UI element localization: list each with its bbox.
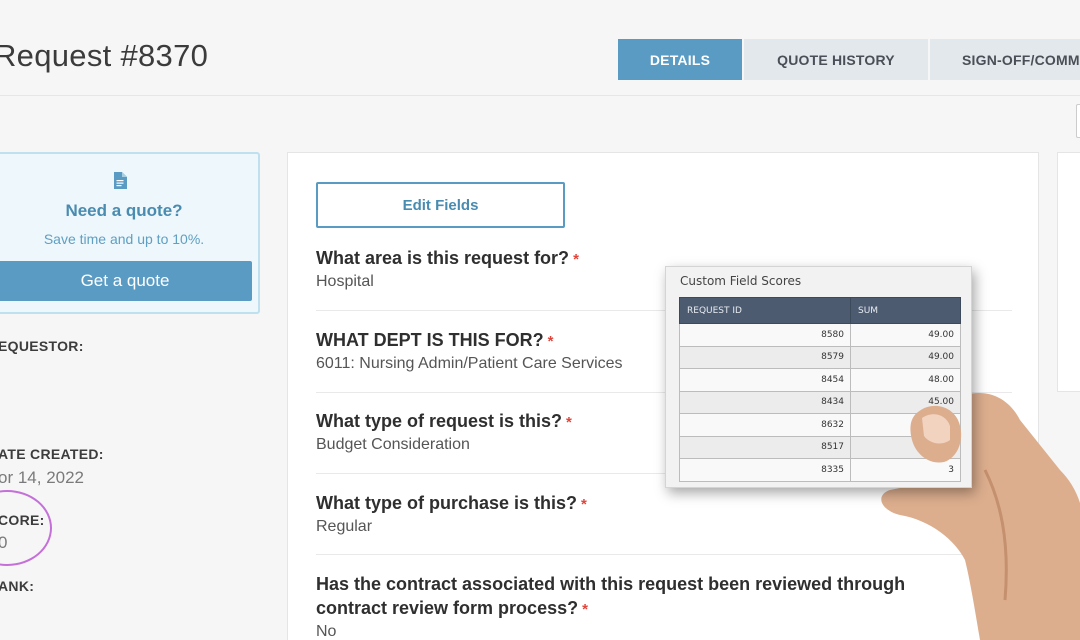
edit-fields-button[interactable]: Edit Fields	[316, 182, 565, 228]
field-question: WHAT DEPT IS THIS FOR?	[316, 330, 544, 350]
sum-cell: 49.00	[850, 345, 961, 369]
get-quote-button[interactable]: Get a quote	[0, 261, 252, 301]
required-mark: *	[547, 333, 554, 350]
field-question: What type of purchase is this?	[316, 493, 578, 513]
required-mark: *	[566, 414, 572, 431]
sum-cell: 49.00	[850, 323, 961, 347]
request-id-cell: 8580	[679, 323, 851, 347]
table-row: 8335 3	[679, 458, 961, 482]
column-header: SUM	[850, 297, 961, 324]
highlight-circle	[0, 490, 52, 566]
field-question-cont: contract review form process?	[316, 598, 579, 618]
toolbar-control[interactable]	[1076, 104, 1080, 138]
field-question: Has the contract associated with this re…	[316, 574, 906, 594]
table-row: 8454 48.00	[679, 368, 961, 392]
table-row: 8517	[679, 435, 961, 459]
request-id-cell: 8434	[679, 390, 851, 414]
sum-cell: 48.00	[850, 368, 961, 392]
required-mark: *	[573, 251, 579, 268]
request-id-cell: 8632	[679, 413, 851, 437]
column-header: REQUEST ID	[679, 297, 851, 324]
field-contract-review: Has the contract associated with this re…	[316, 572, 1016, 640]
field-answer: Regular	[316, 518, 373, 535]
quote-promo-box: Need a quote? Save time and up to 10%. G…	[0, 152, 260, 314]
request-id-cell: 8335	[679, 458, 851, 482]
tab-bar: DETAILS QUOTE HISTORY SIGN-OFF/COMM	[618, 39, 1080, 80]
custom-field-scores-card: Custom Field Scores REQUEST ID SUM 8580 4…	[665, 266, 972, 488]
request-id-cell: 8454	[679, 368, 851, 392]
tab-sign-off[interactable]: SIGN-OFF/COMM	[930, 39, 1080, 80]
right-panel	[1057, 152, 1080, 392]
field-purchase-type: What type of purchase is this? * Regular	[316, 491, 1016, 536]
table-row: 8632	[679, 413, 961, 437]
page-header: Request #8370 DETAILS QUOTE HISTORY SIGN…	[0, 0, 1080, 96]
request-id-cell: 8579	[679, 345, 851, 369]
table-row: 8580 49.00	[679, 323, 961, 347]
field-answer: No	[316, 623, 337, 640]
table-row: 8434 45.00	[679, 390, 961, 414]
sum-cell: 3	[850, 458, 961, 482]
field-question: What area is this request for?	[316, 248, 570, 268]
tab-details[interactable]: DETAILS	[618, 39, 744, 80]
field-question: What type of request is this?	[316, 411, 563, 431]
card-title: Custom Field Scores	[680, 274, 802, 288]
page-title: Request #8370	[0, 38, 209, 73]
scores-table: REQUEST ID SUM 8580 49.00 8579 49.00 8454 4…	[679, 297, 961, 482]
date-created-label: ATE CREATED:	[0, 446, 104, 462]
document-icon	[114, 172, 127, 189]
required-mark: *	[581, 496, 587, 513]
required-mark: *	[582, 601, 588, 618]
tab-quote-history[interactable]: QUOTE HISTORY	[744, 39, 930, 80]
request-id-cell: 8517	[679, 435, 851, 459]
quote-subtitle: Save time and up to 10%.	[43, 231, 205, 247]
sum-cell	[850, 435, 961, 459]
table-row: 8579 49.00	[679, 345, 961, 369]
rank-label: ANK:	[0, 578, 35, 594]
date-created-value: or 14, 2022	[0, 468, 85, 487]
sum-cell	[850, 413, 961, 437]
sum-cell: 45.00	[850, 390, 961, 414]
divider	[316, 554, 1012, 555]
requestor-label: EQUESTOR:	[0, 338, 84, 354]
quote-title: Need a quote?	[65, 201, 183, 220]
